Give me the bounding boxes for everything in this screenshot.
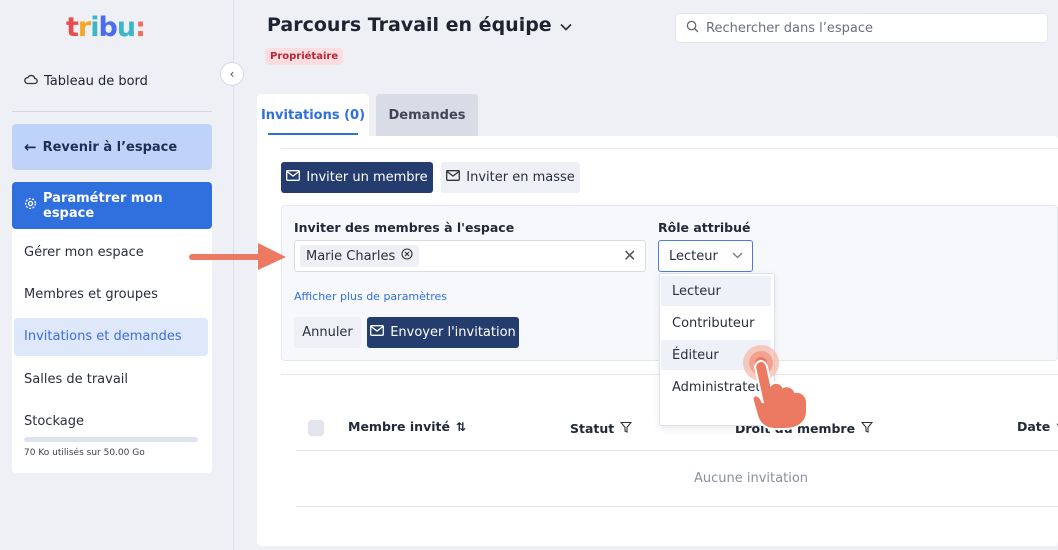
tab-requests[interactable]: Demandes	[376, 94, 478, 136]
storage-usage-text: 70 Ko utilisés sur 50.00 Go	[24, 448, 145, 458]
configure-space-button[interactable]: Paramétrer mon espace	[12, 182, 212, 229]
table-header-divider	[296, 450, 1058, 451]
collapse-sidebar-button[interactable]: ‹	[220, 62, 244, 86]
sidebar-item-manage-space[interactable]: Gérer mon espace	[24, 245, 144, 260]
member-chip-label: Marie Charles	[306, 248, 396, 264]
select-all-checkbox[interactable]	[308, 420, 324, 436]
invite-member-label: Inviter un membre	[306, 170, 428, 185]
mail-icon	[446, 170, 461, 185]
sidebar-item-workrooms[interactable]: Salles de travail	[24, 372, 128, 387]
column-member[interactable]: Membre invité ⇅	[348, 419, 466, 434]
cancel-button[interactable]: Annuler	[294, 317, 361, 348]
clear-input-icon[interactable]: ✕	[623, 246, 636, 265]
search-icon	[686, 20, 699, 37]
mail-icon	[286, 170, 301, 185]
sidebar-divider	[12, 111, 212, 112]
gear-icon	[24, 197, 37, 214]
empty-state-text: Aucune invitation	[694, 471, 809, 486]
filter-icon[interactable]	[620, 421, 633, 436]
bulk-invite-label: Inviter en masse	[466, 170, 575, 185]
owner-badge: Propriétaire	[265, 48, 344, 65]
space-title[interactable]: Parcours Travail en équipe	[267, 14, 572, 36]
sidebar-item-storage[interactable]: Stockage	[24, 414, 84, 429]
table-bottom-divider	[296, 506, 1058, 507]
filter-icon[interactable]	[860, 421, 874, 436]
invite-member-button[interactable]: Inviter un membre	[281, 162, 433, 193]
sidebar-item-dashboard[interactable]: Tableau de bord	[24, 73, 148, 89]
chevron-left-icon: ‹	[229, 67, 235, 81]
sort-icon[interactable]: ⇅	[456, 420, 466, 434]
search-placeholder: Rechercher dans l’espace	[706, 20, 873, 36]
configure-label: Paramétrer mon espace	[43, 190, 163, 221]
bulk-invite-button[interactable]: Inviter en masse	[441, 162, 580, 193]
invite-members-label: Inviter des membres à l'espace	[294, 220, 515, 235]
back-label: Revenir à l’espace	[42, 139, 178, 155]
tribu-logo[interactable]: tribu:	[66, 12, 146, 43]
sidebar: tribu: Tableau de bord ← Revenir à l’esp…	[0, 0, 234, 550]
role-option-contributor[interactable]: Contributeur	[661, 308, 771, 338]
active-tab-indicator	[268, 133, 358, 135]
annotation-arrow-icon	[189, 243, 286, 270]
chevron-down-icon	[732, 249, 743, 262]
role-option-reader[interactable]: Lecteur	[661, 276, 771, 306]
role-select-value: Lecteur	[669, 248, 718, 264]
column-date-label: Date	[1017, 419, 1051, 434]
member-chip: Marie Charles	[300, 245, 420, 267]
chevron-down-icon	[560, 14, 572, 36]
role-label: Rôle attribué	[658, 220, 751, 235]
settings-menu: Gérer mon espace Membres et groupes Invi…	[12, 229, 212, 473]
space-title-text: Parcours Travail en équipe	[267, 14, 552, 36]
sidebar-item-invitations[interactable]: Invitations et demandes	[24, 329, 182, 344]
arrow-left-icon: ←	[24, 138, 37, 156]
storage-progress-bar	[24, 437, 198, 442]
send-invitation-label: Envoyer l'invitation	[390, 325, 516, 340]
sidebar-item-members-groups[interactable]: Membres et groupes	[24, 287, 158, 302]
more-params-link[interactable]: Afficher plus de paramètres	[294, 290, 447, 303]
cloud-icon	[24, 73, 38, 89]
tap-hand-icon	[743, 345, 808, 430]
send-invitation-button[interactable]: Envoyer l'invitation	[367, 317, 519, 348]
back-to-space-button[interactable]: ← Revenir à l’espace	[12, 124, 212, 170]
dashboard-label: Tableau de bord	[44, 73, 148, 89]
panel-divider	[281, 148, 1058, 149]
column-date[interactable]: Date ⇅	[1017, 419, 1058, 434]
column-status[interactable]: Statut	[570, 421, 633, 436]
remove-chip-icon[interactable]	[401, 248, 413, 264]
column-member-label: Membre invité	[348, 419, 450, 434]
column-status-label: Statut	[570, 421, 615, 436]
mail-icon	[370, 325, 385, 340]
search-field[interactable]: Rechercher dans l’espace	[675, 13, 1048, 43]
tab-invitations[interactable]: Invitations (0)	[257, 94, 369, 136]
role-select[interactable]: Lecteur	[658, 240, 753, 272]
